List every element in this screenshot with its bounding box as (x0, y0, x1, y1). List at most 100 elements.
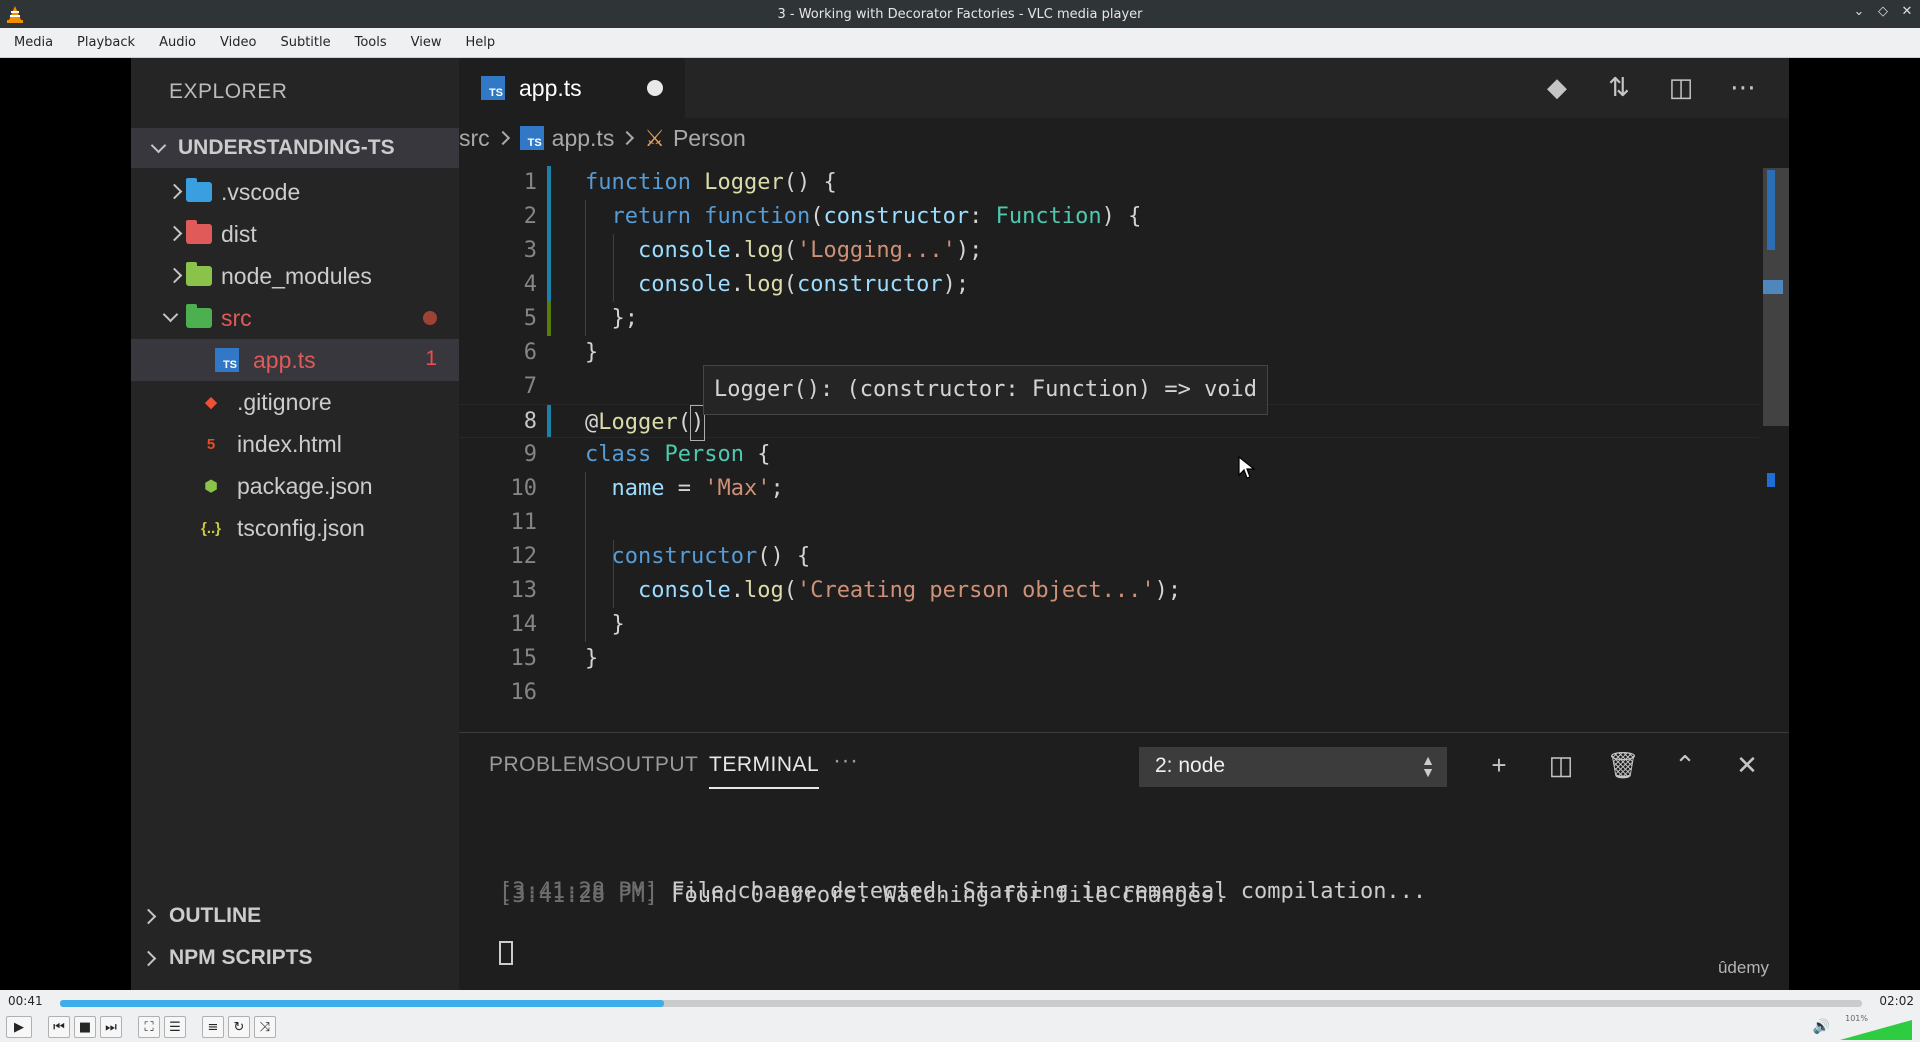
menu-help[interactable]: Help (454, 35, 508, 50)
typescript-file-icon: TS (519, 126, 544, 150)
git-file-icon: ◆ (205, 394, 217, 411)
tab-app-ts[interactable]: TS app.ts (459, 58, 685, 118)
previous-button[interactable]: ⏮ (48, 1016, 70, 1038)
code-line: 5 }; (523, 306, 638, 331)
tab-problems[interactable]: PROBLEMS (489, 753, 610, 777)
seek-bar[interactable] (60, 1000, 1862, 1007)
editor-tab-bar: TS app.ts ◆ ⇅ ◫ ⋯ (459, 58, 1789, 118)
tree-item-index-html[interactable]: 5 index.html (131, 423, 459, 465)
overview-ruler-mark (1763, 280, 1783, 294)
menu-tools[interactable]: Tools (343, 35, 399, 50)
terminal-select[interactable]: 2: node ▲ ▼ (1139, 747, 1447, 787)
total-time: 02:02 (1879, 994, 1914, 1008)
fullscreen-button[interactable]: ⛶ (138, 1016, 160, 1038)
menu-video[interactable]: Video (208, 35, 268, 50)
tree-item-label: app.ts (253, 346, 316, 373)
json-file-icon: {..} (200, 519, 221, 537)
breadcrumb-src[interactable]: src (459, 125, 490, 152)
overview-ruler-mark (1767, 170, 1775, 250)
close-icon[interactable]: ✕ (1900, 4, 1914, 19)
extended-settings-button[interactable]: ☰ (164, 1016, 186, 1038)
split-editor-icon[interactable]: ◫ (1665, 72, 1697, 104)
close-panel-icon[interactable]: ✕ (1731, 749, 1763, 781)
code-line: 4 console.log(constructor); (523, 272, 970, 297)
project-header[interactable]: UNDERSTANDING-TS (131, 128, 459, 168)
tree-item-label: node_modules (221, 262, 372, 289)
code-line: 9 class Person { (523, 442, 771, 467)
tab-label: app.ts (519, 75, 582, 101)
bottom-panel: PROBLEMS OUTPUT TERMINAL ··· 2: node ▲ ▼ … (459, 732, 1789, 990)
shuffle-button[interactable]: ⤨ (254, 1016, 276, 1038)
menu-media[interactable]: Media (2, 35, 65, 50)
code-line: 10 name = 'Max'; (510, 476, 784, 501)
code-line: 14 } (510, 612, 625, 637)
maximize-icon[interactable]: ◇ (1876, 4, 1890, 19)
chevron-up-icon[interactable]: ⌃ (1669, 749, 1701, 781)
window-title: 3 - Working with Decorator Factories - V… (777, 6, 1143, 22)
npm-scripts-label: NPM SCRIPTS (169, 946, 313, 969)
next-button[interactable]: ⏭ (100, 1016, 122, 1038)
minimize-icon[interactable]: ⌄ (1852, 4, 1866, 19)
tree-item-gitignore[interactable]: ◆ .gitignore (131, 381, 459, 423)
tab-output[interactable]: OUTPUT (609, 753, 698, 777)
new-terminal-icon[interactable]: + (1483, 749, 1515, 781)
tree-item-label: tsconfig.json (237, 514, 365, 541)
tree-item-src[interactable]: src (131, 297, 459, 339)
menu-subtitle[interactable]: Subtitle (268, 35, 342, 50)
menu-view[interactable]: View (399, 35, 454, 50)
tree-item-package-json[interactable]: ⬢ package.json (131, 465, 459, 507)
chevron-right-icon (620, 130, 635, 146)
trash-icon[interactable]: 🗑 (1607, 749, 1640, 781)
menu-audio[interactable]: Audio (147, 35, 208, 50)
video-area[interactable]: EXPLORER UNDERSTANDING-TS .vscode dist n… (0, 58, 1920, 990)
signature-hover-tooltip: Logger(): (constructor: Function) => voi… (703, 365, 1269, 415)
html-file-icon: 5 (206, 435, 216, 453)
mouse-pointer-icon (1238, 456, 1256, 479)
tree-item-node-modules[interactable]: node_modules (131, 255, 459, 297)
open-changes-icon[interactable]: ◆ (1541, 72, 1573, 104)
tab-terminal[interactable]: TERMINAL (709, 753, 820, 789)
tree-item-tsconfig-json[interactable]: {..} tsconfig.json (131, 507, 459, 549)
volume-slider-fill[interactable] (1840, 1020, 1912, 1040)
outline-section[interactable]: OUTLINE (131, 896, 459, 936)
play-button[interactable]: ▶ (6, 1016, 32, 1038)
breadcrumb-symbol[interactable]: Person (673, 125, 746, 152)
chevron-right-icon (166, 267, 183, 284)
more-actions-icon[interactable]: ⋯ (1727, 72, 1759, 104)
menu-playback[interactable]: Playback (65, 35, 147, 50)
explorer-title: EXPLORER (169, 80, 288, 103)
vlc-cone-icon (7, 6, 23, 23)
loop-button[interactable]: ↻ (228, 1016, 250, 1038)
speaker-icon[interactable]: 🔊 (1813, 1019, 1830, 1035)
tree-item-label: src (221, 304, 252, 331)
playlist-button[interactable]: ≡ (202, 1016, 224, 1038)
code-editor: TS app.ts ◆ ⇅ ◫ ⋯ src TS app.ts ⚔ Person… (459, 58, 1789, 732)
more-tabs-icon[interactable]: ··· (833, 747, 858, 775)
error-count-badge: 1 (425, 347, 437, 370)
compare-icon[interactable]: ⇅ (1603, 72, 1635, 104)
tree-item-app-ts[interactable]: TS app.ts 1 (131, 339, 459, 381)
modified-dot-icon (423, 311, 437, 325)
breadcrumb-file[interactable]: app.ts (552, 125, 615, 152)
project-name: UNDERSTANDING-TS (178, 136, 395, 159)
npm-scripts-section[interactable]: NPM SCRIPTS (131, 938, 459, 978)
tree-item-vscode[interactable]: .vscode (131, 171, 459, 213)
tree-item-dist[interactable]: dist (131, 213, 459, 255)
chevron-right-icon (166, 225, 183, 242)
breadcrumb: src TS app.ts ⚔ Person (459, 120, 746, 156)
chevron-right-icon (140, 908, 157, 924)
code-line: 16 (510, 680, 538, 705)
terminal-output[interactable]: [3:41:28 PM] File change detected. Start… (499, 829, 1426, 990)
split-terminal-icon[interactable]: ◫ (1545, 749, 1577, 781)
src-folder-icon (185, 304, 213, 329)
tree-item-label: index.html (237, 430, 342, 457)
seek-progress (60, 1000, 664, 1007)
chevron-right-icon (140, 950, 157, 966)
code-line: 15} (510, 646, 599, 671)
vscode-window: EXPLORER UNDERSTANDING-TS .vscode dist n… (131, 58, 1789, 990)
stop-button[interactable]: ■ (74, 1016, 96, 1038)
unsaved-dot-icon[interactable] (647, 80, 663, 96)
menu-bar: Media Playback Audio Video Subtitle Tool… (0, 28, 1920, 58)
dist-folder-icon (185, 220, 213, 245)
code-line: 13 console.log('Creating person object..… (510, 578, 1182, 603)
